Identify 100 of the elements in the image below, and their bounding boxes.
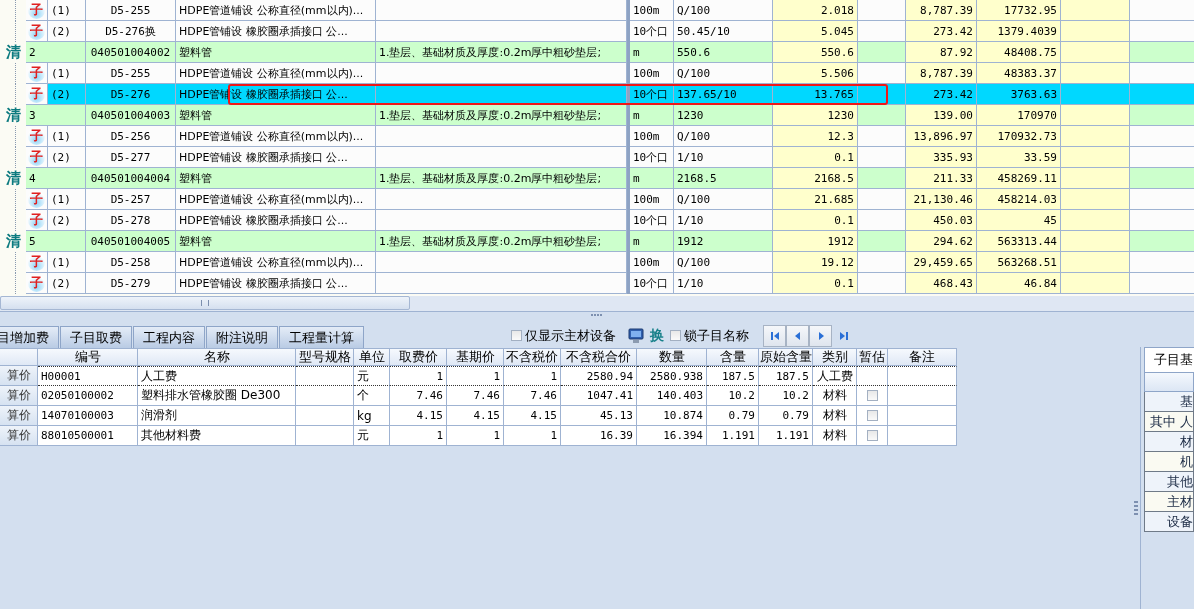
number-cell: (2) (51, 87, 71, 101)
unit-cell: m (633, 171, 640, 185)
row-header[interactable]: 算价 (0, 406, 38, 426)
checkbox[interactable]: 锁子目名称 (670, 326, 749, 345)
row-label: 基 (1144, 392, 1194, 412)
bill-row[interactable]: 子 (1) D5-255 HDPE管道铺设 公称直径(mm以内)... 100m Q/100 5.506 8,787.39 48383.37 (0, 63, 1194, 84)
scrollbar-thumb[interactable] (0, 296, 410, 310)
bill-row[interactable]: 子 (1) D5-258 HDPE管道铺设 公称直径(mm以内)... 100m Q/100 19.12 29,459.65 563268.51 (0, 252, 1194, 273)
number-cell: (1) (51, 255, 71, 269)
quantity-cell: 2.018 (820, 3, 854, 17)
monitor-icon[interactable] (628, 327, 644, 344)
tab[interactable]: 子目取费 (60, 326, 132, 348)
unit-cell: 个 (357, 387, 369, 404)
total-cell: 16.39 (599, 429, 633, 442)
unit-cell: 10个口 (633, 149, 669, 165)
unit-cell: 元 (357, 427, 369, 444)
code-cell: D5-276 (110, 87, 151, 101)
row-header[interactable]: 算价 (0, 366, 38, 386)
bill-row[interactable]: 清 4 040501004004 塑料管 1.垫层、基础材质及厚度:0.2m厚中粗砂垫层; m 2168.5 2168.5 211.33 458269.11 (0, 168, 1194, 189)
total-cell: 46.84 (1023, 276, 1057, 290)
total-cell: 48383.37 (1004, 66, 1057, 80)
row-label: 材 (1144, 432, 1194, 452)
sub-item-icon: 子 (28, 22, 45, 40)
bill-row[interactable]: 子 (1) D5-255 HDPE管道铺设 公称直径(mm以内)... 100m Q/100 2.018 8,787.39 17732.95 (0, 0, 1194, 21)
quantity-cell: 5.506 (820, 66, 854, 80)
code-cell: 14070100003 (41, 409, 114, 422)
bill-row[interactable]: 子 (2) D5-279 HDPE管铺设 橡胶圈承插接口 公... 10个口 1/10 0.1 468.43 46.84 (0, 273, 1194, 294)
price-cell: 1 (436, 429, 443, 442)
expression-cell: 1/10 (677, 213, 704, 227)
name-cell: 其他材料费 (141, 427, 201, 444)
total-cell: 45 (1043, 213, 1057, 227)
price-cell: 7.46 (473, 389, 500, 402)
total-cell: 33.59 (1023, 150, 1057, 164)
expression-cell: 137.65/10 (677, 87, 737, 101)
replace-icon[interactable]: 换 (650, 326, 664, 345)
price-cell: 1 (493, 369, 500, 383)
unit-price-cell: 211.33 (933, 171, 973, 185)
quantity-cell: 550.6 (820, 45, 854, 59)
skip-end-icon[interactable] (837, 329, 850, 342)
number-cell: 4 (29, 171, 36, 185)
expression-cell: 550.6 (677, 45, 711, 59)
content-cell: 0.79 (782, 409, 809, 422)
first-button[interactable] (763, 324, 786, 347)
bill-row[interactable]: 清 5 040501004005 塑料管 1.垫层、基础材质及厚度:0.2m厚中粗砂垫层; m 1912 1912 294.62 563313.44 (0, 231, 1194, 252)
column-header: 基期价 (447, 348, 504, 366)
category-cell: 材料 (822, 427, 847, 444)
number-cell: (1) (51, 3, 71, 17)
previous-button[interactable] (786, 324, 809, 347)
list-item-marker: 清 (6, 106, 21, 125)
list-item-marker: 清 (6, 43, 21, 62)
tab[interactable]: 工程量计算 (279, 326, 364, 348)
bill-row[interactable]: 子 (2) D5-276换 HDPE管铺设 橡胶圈承插接口 公... 10个口 50.45/10 5.045 273.42 1379.4039 (0, 21, 1194, 42)
code-cell: 040501004003 (90, 108, 171, 122)
checkbox[interactable] (866, 430, 878, 441)
name-cell: HDPE管道铺设 公称直径(mm以内)... (179, 128, 364, 144)
bill-row[interactable]: 清 3 040501004003 塑料管 1.垫层、基础材质及厚度:0.2m厚中粗砂垫层; m 1230 1230 139.00 170970 (0, 105, 1194, 126)
number-cell: (2) (51, 24, 71, 38)
unit-cell: 100m (633, 3, 660, 17)
quantity-cell: 1912 (827, 234, 854, 248)
bill-row[interactable]: 子 (2) D5-277 HDPE管铺设 橡胶圈承插接口 公... 10个口 1/10 0.1 335.93 33.59 (0, 147, 1194, 168)
total-cell: 563268.51 (997, 255, 1057, 269)
code-cell: 040501004002 (90, 45, 171, 59)
sub-item-icon: 子 (28, 274, 45, 292)
quantity-cell: 0.1 (834, 276, 854, 290)
unit-price-cell: 273.42 (933, 24, 973, 38)
unit-cell: 100m (633, 192, 660, 206)
sub-item-icon: 子 (28, 127, 45, 145)
total-cell: 170970 (1017, 108, 1057, 122)
name-cell: 塑料管 (179, 170, 212, 186)
splitter-grip[interactable] (1134, 501, 1138, 517)
bill-row[interactable]: 子 (1) D5-257 HDPE管道铺设 公称直径(mm以内)... 100m Q/100 21.685 21,130.46 458214.03 (0, 189, 1194, 210)
tab[interactable]: 工程内容 (133, 326, 205, 348)
checkbox[interactable] (866, 410, 878, 421)
column-header: 编号 (38, 348, 138, 366)
code-cell: D5-277 (110, 150, 151, 164)
content-cell: 0.79 (728, 409, 755, 422)
next-button[interactable] (809, 324, 832, 347)
quantity-cell: 0.1 (834, 213, 854, 227)
skip-start-icon[interactable] (768, 329, 781, 342)
bill-row[interactable]: 子 (1) D5-256 HDPE管道铺设 公称直径(mm以内)... 100m Q/100 12.3 13,896.97 170932.73 (0, 126, 1194, 147)
row-header[interactable]: 算价 (0, 386, 38, 406)
tab[interactable]: 附注说明 (206, 326, 278, 348)
unit-price-cell: 8,787.39 (920, 66, 973, 80)
content-cell: 187.5 (775, 369, 809, 383)
price-cell: 7.46 (530, 389, 557, 402)
sub-item-icon: 子 (28, 148, 45, 166)
tab[interactable]: 子目基 (1144, 347, 1194, 372)
expression-cell: Q/100 (677, 66, 711, 80)
checkbox[interactable]: 仅显示主材设备 (511, 326, 616, 345)
list-item-marker: 清 (6, 169, 21, 188)
number-cell: (1) (51, 192, 71, 206)
bill-row[interactable]: 清 2 040501004002 塑料管 1.垫层、基础材质及厚度:0.2m厚中粗砂垫层; m 550.6 550.6 87.92 48408.75 (0, 42, 1194, 63)
bill-row[interactable]: 子 (2) D5-278 HDPE管铺设 橡胶圈承插接口 公... 10个口 1/10 0.1 450.03 45 (0, 210, 1194, 231)
column-header: 备注 (888, 348, 957, 366)
unit-cell: 10个口 (633, 86, 669, 102)
number-cell: (2) (51, 150, 71, 164)
row-header[interactable]: 算价 (0, 426, 38, 446)
name-cell: HDPE管道铺设 公称直径(mm以内)... (179, 254, 364, 270)
checkbox[interactable] (866, 390, 878, 401)
expression-cell: Q/100 (677, 255, 711, 269)
